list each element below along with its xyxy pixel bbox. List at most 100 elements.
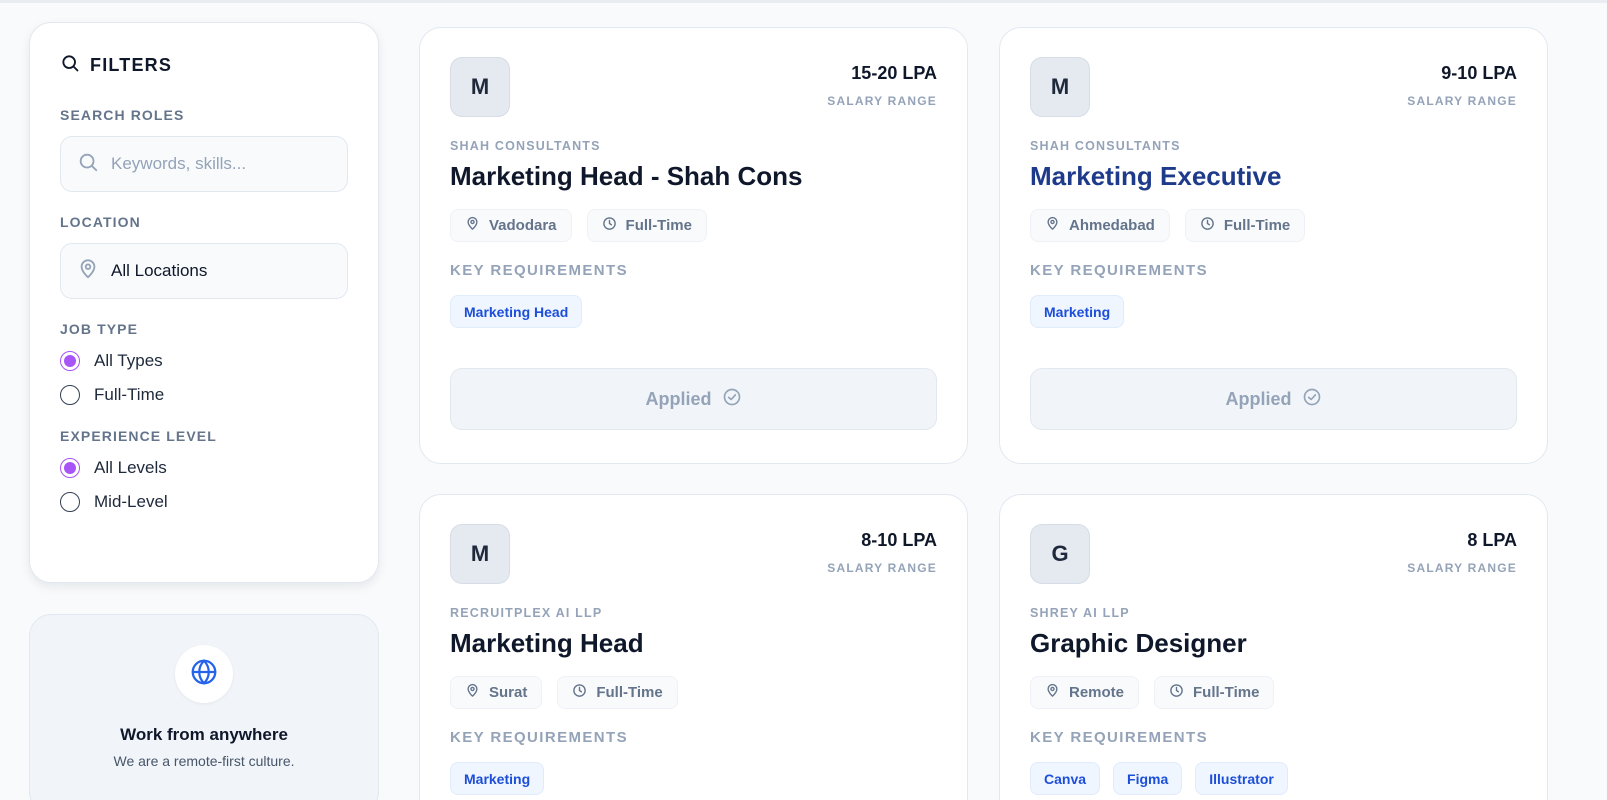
filters-panel: FILTERS SEARCH ROLES LOCATION All Locati… [29,22,379,583]
location-chip: Ahmedabad [1030,209,1170,242]
company-name: SHAH CONSULTANTS [1030,139,1181,153]
job-title[interactable]: Marketing Executive [1030,161,1517,192]
location-select[interactable]: All Locations [60,243,348,299]
experience-level-label: EXPERIENCE LEVEL [60,428,217,444]
map-pin-icon [77,258,99,285]
radio-unselected[interactable] [60,384,80,405]
search-roles-field[interactable] [60,136,348,192]
location-text: Ahmedabad [1069,217,1155,234]
filters-title: FILTERS [90,54,173,75]
job-type-text: Full-Time [1223,217,1291,234]
requirements-label: KEY REQUIREMENTS [1030,262,1208,279]
job-type-chip: Full-Time [1154,676,1275,709]
salary-value: 8-10 LPA [861,530,937,550]
remote-card-title: Work from anywhere [120,725,288,744]
skill-tag: Marketing [1030,295,1125,328]
job-title[interactable]: Marketing Head [450,628,937,659]
location-chip: Surat [450,676,543,709]
salary-value: 9-10 LPA [1441,63,1517,83]
company-logo: M [1030,57,1090,117]
radio-selected[interactable] [60,457,80,478]
salary-block: 15-20 LPA SALARY RANGE [827,57,937,108]
location-text: Surat [489,684,528,701]
job-title[interactable]: Marketing Head - Shah Cons [450,161,937,192]
check-circle-icon [1302,387,1322,412]
filters-header: FILTERS [60,53,348,77]
radio-label: All Types [94,350,163,370]
job-type-text: Full-Time [596,684,663,701]
company-logo: M [450,524,510,584]
job-type-chip: Full-Time [586,209,707,242]
clock-icon [602,216,617,235]
job-type-option-full-time[interactable]: Full-Time [60,383,348,406]
job-type-label: JOB TYPE [60,321,139,337]
salary-block: 9-10 LPA SALARY RANGE [1407,57,1517,108]
job-card[interactable]: M 15-20 LPA SALARY RANGE SHAH CONSULTANT… [419,27,968,464]
company-name: SHREY AI LLP [1030,606,1130,620]
requirements-label: KEY REQUIREMENTS [450,262,628,279]
location-chip: Remote [1030,676,1140,709]
applied-label: Applied [1225,388,1292,409]
skill-tag: Marketing Head [450,295,583,328]
salary-value: 15-20 LPA [851,63,937,83]
job-type-option-all[interactable]: All Types [60,349,348,372]
experience-option-all[interactable]: All Levels [60,456,348,479]
job-card[interactable]: M 9-10 LPA SALARY RANGE SHAH CONSULTANTS… [999,27,1548,464]
map-pin-icon [465,216,480,235]
salary-value: 8 LPA [1467,530,1517,550]
salary-block: 8 LPA SALARY RANGE [1407,524,1517,575]
map-pin-icon [465,683,480,702]
company-logo: M [450,57,510,117]
job-title[interactable]: Graphic Designer [1030,628,1517,659]
job-type-chip: Full-Time [557,676,678,709]
radio-selected[interactable] [60,350,80,371]
top-divider [0,0,1607,3]
remote-card-subtitle: We are a remote-first culture. [113,753,295,769]
clock-icon [572,683,587,702]
search-roles-input[interactable] [111,154,331,174]
radio-unselected[interactable] [60,491,80,512]
search-roles-label: SEARCH ROLES [60,107,185,123]
location-chip: Vadodara [450,209,572,242]
company-name: RECRUITPLEX AI LLP [450,606,603,620]
salary-label: SALARY RANGE [1407,561,1517,575]
location-text: Remote [1069,684,1125,701]
job-type-text: Full-Time [1193,684,1260,701]
salary-block: 8-10 LPA SALARY RANGE [827,524,937,575]
skill-tag: Canva [1030,762,1101,795]
location-value: All Locations [111,261,208,280]
skill-tag: Marketing [450,762,545,795]
job-type-text: Full-Time [625,217,692,234]
experience-option-mid[interactable]: Mid-Level [60,490,348,513]
requirements-label: KEY REQUIREMENTS [1030,729,1208,746]
job-card[interactable]: M 8-10 LPA SALARY RANGE RECRUITPLEX AI L… [419,494,968,800]
search-icon [60,53,80,78]
requirements-label: KEY REQUIREMENTS [450,729,628,746]
location-label: LOCATION [60,214,141,230]
salary-label: SALARY RANGE [827,561,937,575]
clock-icon [1169,683,1184,702]
map-pin-icon [1045,216,1060,235]
skill-tag: Figma [1113,762,1183,795]
job-card[interactable]: G 8 LPA SALARY RANGE SHREY AI LLP Graphi… [999,494,1548,800]
remote-culture-card: Work from anywhere We are a remote-first… [29,614,379,800]
applied-button[interactable]: Applied [1030,368,1517,430]
check-circle-icon [722,387,742,412]
location-text: Vadodara [489,217,557,234]
applied-label: Applied [645,388,712,409]
applied-button[interactable]: Applied [450,368,937,430]
skill-tag: Illustrator [1195,762,1288,795]
map-pin-icon [1045,683,1060,702]
salary-label: SALARY RANGE [827,94,937,108]
globe-badge [175,645,233,703]
search-icon [77,151,99,178]
company-name: SHAH CONSULTANTS [450,139,601,153]
job-type-chip: Full-Time [1184,209,1306,242]
salary-label: SALARY RANGE [1407,94,1517,108]
clock-icon [1200,216,1215,235]
radio-label: Mid-Level [94,491,168,511]
radio-label: Full-Time [94,384,165,404]
radio-label: All Levels [94,457,167,477]
company-logo: G [1030,524,1090,584]
globe-icon [189,657,219,692]
